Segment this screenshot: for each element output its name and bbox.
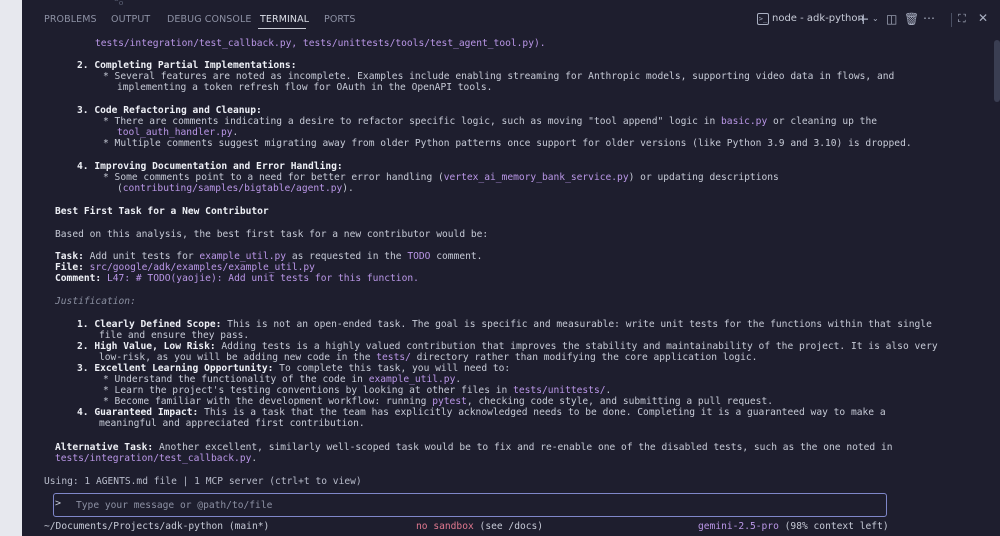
output-line: tests/integration/test_callback.py, test… [95,38,546,50]
maximize-icon[interactable]: ⛶ [958,12,966,26]
output-line: (contributing/samples/bigtable/agent.py)… [117,183,354,194]
section-heading: Best First Task for a New Contributor [55,206,269,217]
plus-icon[interactable]: + [857,10,870,28]
output-line: Based on this analysis, the best first t… [55,229,489,240]
status-sandbox: no sandbox (see /docs) [416,521,544,532]
split-icon[interactable]: ◫ [886,12,897,26]
status-model: gemini-2.5-pro (98% context left) [698,521,889,532]
file-reference: tests/integration/test_callback.py, test… [95,38,546,49]
output-line: Comment: L47: # TODO(yaojie): Add unit t… [55,273,419,284]
status-path: ~/Documents/Projects/adk-python (main*) [44,521,270,532]
more-icon[interactable]: ⋯ [923,11,935,25]
prompt-icon: > [55,498,62,509]
tab-problems[interactable]: PROBLEMS [44,14,97,25]
trash-icon[interactable]: 🗑 [904,12,919,26]
close-icon[interactable]: ✕ [978,11,988,25]
terminal-output: tests/integration/test_callback.py, test… [22,30,1000,500]
context-summary: Using: 1 AGENTS.md file | 1 MCP server (… [44,476,362,487]
partial-icon: ⁸ₒ [114,0,124,8]
output-line: meaningful and appreciated first contrib… [99,418,365,429]
output-line: tests/integration/test_callback.py. [55,453,258,464]
terminal-panel: ⁸ₒ PROBLEMS OUTPUT DEBUG CONSOLE TERMINA… [22,0,1000,536]
output-line: implementing a token refresh flow for OA… [117,82,493,93]
message-input[interactable] [76,496,866,514]
terminal-icon: >_ [757,13,769,25]
chevron-down-icon[interactable]: ⌄ [872,14,879,23]
tab-terminal[interactable]: TERMINAL [260,14,309,25]
tab-ports[interactable]: PORTS [324,14,355,25]
tab-output[interactable]: OUTPUT [111,14,150,25]
tab-debug-console[interactable]: DEBUG CONSOLE [167,14,252,25]
output-line: * Multiple comments suggest migrating aw… [103,138,912,149]
terminal-instance-name[interactable]: node - adk-python [772,13,864,24]
active-tab-indicator [258,28,306,29]
justification-label: Justification: [55,296,136,307]
toolbar-divider [951,13,952,27]
scrollbar-thumb[interactable] [994,40,1000,102]
